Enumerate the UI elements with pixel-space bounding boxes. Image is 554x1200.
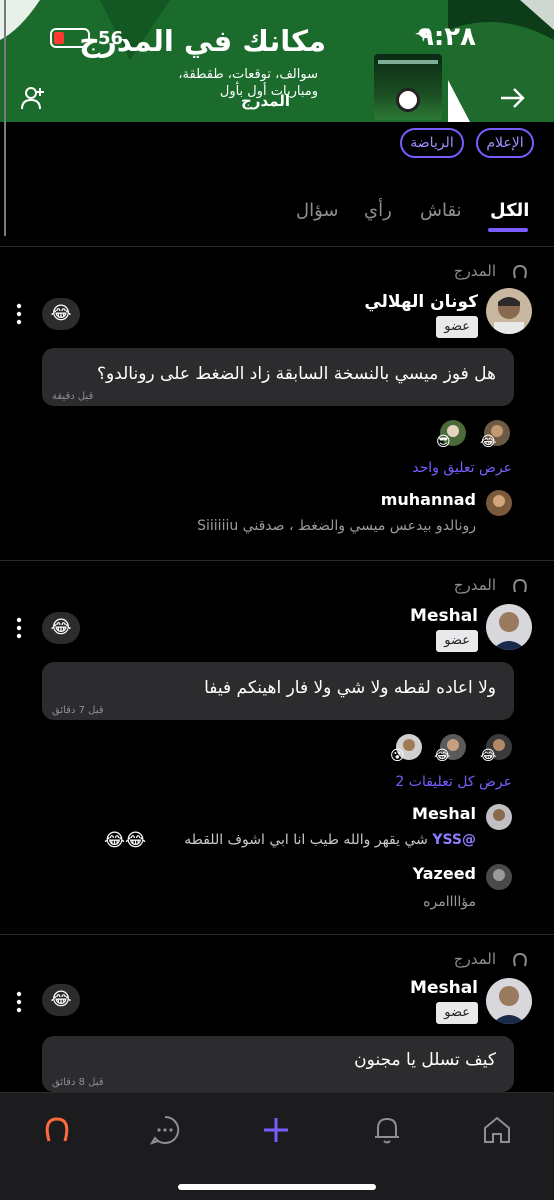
reaction-emoji: 😂 bbox=[480, 434, 497, 450]
share-arrow-icon[interactable] bbox=[497, 84, 527, 112]
tab-discussion[interactable]: نقاش bbox=[420, 200, 462, 221]
tag-sports[interactable]: الرياضة bbox=[400, 128, 464, 158]
tag-media[interactable]: الإعلام bbox=[476, 128, 534, 158]
post-source[interactable]: المدرج bbox=[330, 262, 530, 282]
horseshoe-icon bbox=[513, 264, 527, 279]
comment-text: @YSS شي يقهر والله طيب انا ابي اشوف اللق… bbox=[184, 832, 476, 848]
add-member-icon[interactable] bbox=[20, 84, 50, 112]
avatar[interactable] bbox=[486, 288, 532, 334]
comment-mention[interactable]: @YSS bbox=[432, 832, 476, 848]
post-author[interactable]: Meshal bbox=[410, 978, 478, 998]
more-options-icon[interactable] bbox=[14, 990, 24, 1014]
reaction-emoji: 😂 bbox=[480, 748, 497, 764]
view-comments-link[interactable]: عرض تعليق واحد bbox=[412, 460, 512, 476]
reaction-button[interactable]: 😂 bbox=[42, 298, 80, 330]
group-name: المدرج bbox=[241, 92, 290, 110]
plus-icon[interactable] bbox=[259, 1113, 293, 1147]
more-options-icon[interactable] bbox=[14, 616, 24, 640]
avatar[interactable] bbox=[486, 604, 532, 650]
post-divider bbox=[0, 560, 554, 561]
post-divider bbox=[0, 934, 554, 935]
reaction-button[interactable]: 😂 bbox=[42, 984, 80, 1016]
post-bubble: ولا اعاده لقطه ولا شي ولا فار اهينكم فيف… bbox=[42, 662, 514, 720]
group-header: ٩:٢٨ 56 مكانك في المدرج سوالف، توقعات، ط… bbox=[0, 0, 554, 122]
tab-opinion[interactable]: رأي bbox=[364, 200, 392, 221]
post-time: قبل دقيقة bbox=[52, 391, 94, 402]
tabs-divider bbox=[0, 246, 554, 247]
tab-all[interactable]: الكل bbox=[490, 200, 529, 221]
commenter-avatar[interactable] bbox=[486, 804, 512, 830]
post-time: قبل 7 دقائق bbox=[52, 705, 104, 716]
home-icon[interactable] bbox=[480, 1113, 514, 1147]
post-time: قبل 8 دقائق bbox=[52, 1077, 104, 1088]
post-author[interactable]: كونان الهلالي bbox=[364, 292, 478, 312]
post-source[interactable]: المدرج bbox=[330, 950, 530, 970]
comment-author[interactable]: muhannad bbox=[381, 490, 476, 509]
group-thumbnail[interactable] bbox=[374, 54, 442, 120]
horseshoe-icon bbox=[513, 578, 527, 593]
avatar[interactable] bbox=[486, 978, 532, 1024]
member-badge: عضو bbox=[436, 630, 478, 652]
post-text: هل فوز ميسي بالنسخة السابقة زاد الضغط عل… bbox=[96, 364, 496, 384]
reaction-emoji: 😎 bbox=[436, 434, 451, 450]
horseshoe-icon[interactable] bbox=[40, 1113, 74, 1147]
reaction-emoji: 😂 bbox=[434, 748, 451, 764]
tab-question[interactable]: سؤال bbox=[296, 200, 338, 221]
post-bubble: كيف تسلل يا مجنون قبل 8 دقائق bbox=[42, 1036, 514, 1092]
post-text: ولا اعاده لقطه ولا شي ولا فار اهينكم فيف… bbox=[204, 678, 496, 698]
reaction-button[interactable]: 😂 bbox=[42, 612, 80, 644]
commenter-avatar[interactable] bbox=[486, 490, 512, 516]
group-title: مكانك في المدرج bbox=[79, 24, 326, 58]
post-source[interactable]: المدرج bbox=[330, 576, 530, 596]
scroll-indicator bbox=[4, 0, 6, 236]
commenter-avatar[interactable] bbox=[486, 864, 512, 890]
chat-icon[interactable] bbox=[148, 1113, 182, 1147]
bell-icon[interactable] bbox=[370, 1113, 404, 1147]
reaction-emoji: 😮 bbox=[390, 748, 405, 764]
comment-author[interactable]: Yazeed bbox=[413, 864, 476, 883]
post-bubble: هل فوز ميسي بالنسخة السابقة زاد الضغط عل… bbox=[42, 348, 514, 406]
view-comments-link[interactable]: عرض كل تعليقات 2 bbox=[395, 774, 512, 790]
status-time: ٩:٢٨ bbox=[418, 22, 477, 52]
more-options-icon[interactable] bbox=[14, 302, 24, 326]
home-indicator bbox=[178, 1184, 376, 1190]
post-author[interactable]: Meshal bbox=[410, 606, 478, 626]
active-tab-indicator bbox=[488, 228, 528, 232]
comment-author[interactable]: Meshal bbox=[412, 804, 476, 823]
comment-emojis: 😂😂 bbox=[104, 830, 147, 851]
post-text: كيف تسلل يا مجنون bbox=[354, 1050, 496, 1070]
member-badge: عضو bbox=[436, 316, 478, 338]
comment-text: رونالدو بيدعس ميسي والضغط ، صدقني Siiiii… bbox=[197, 518, 476, 534]
member-badge: عضو bbox=[436, 1002, 478, 1024]
horseshoe-icon bbox=[513, 952, 527, 967]
comment-text: مؤاااامره bbox=[423, 894, 476, 910]
